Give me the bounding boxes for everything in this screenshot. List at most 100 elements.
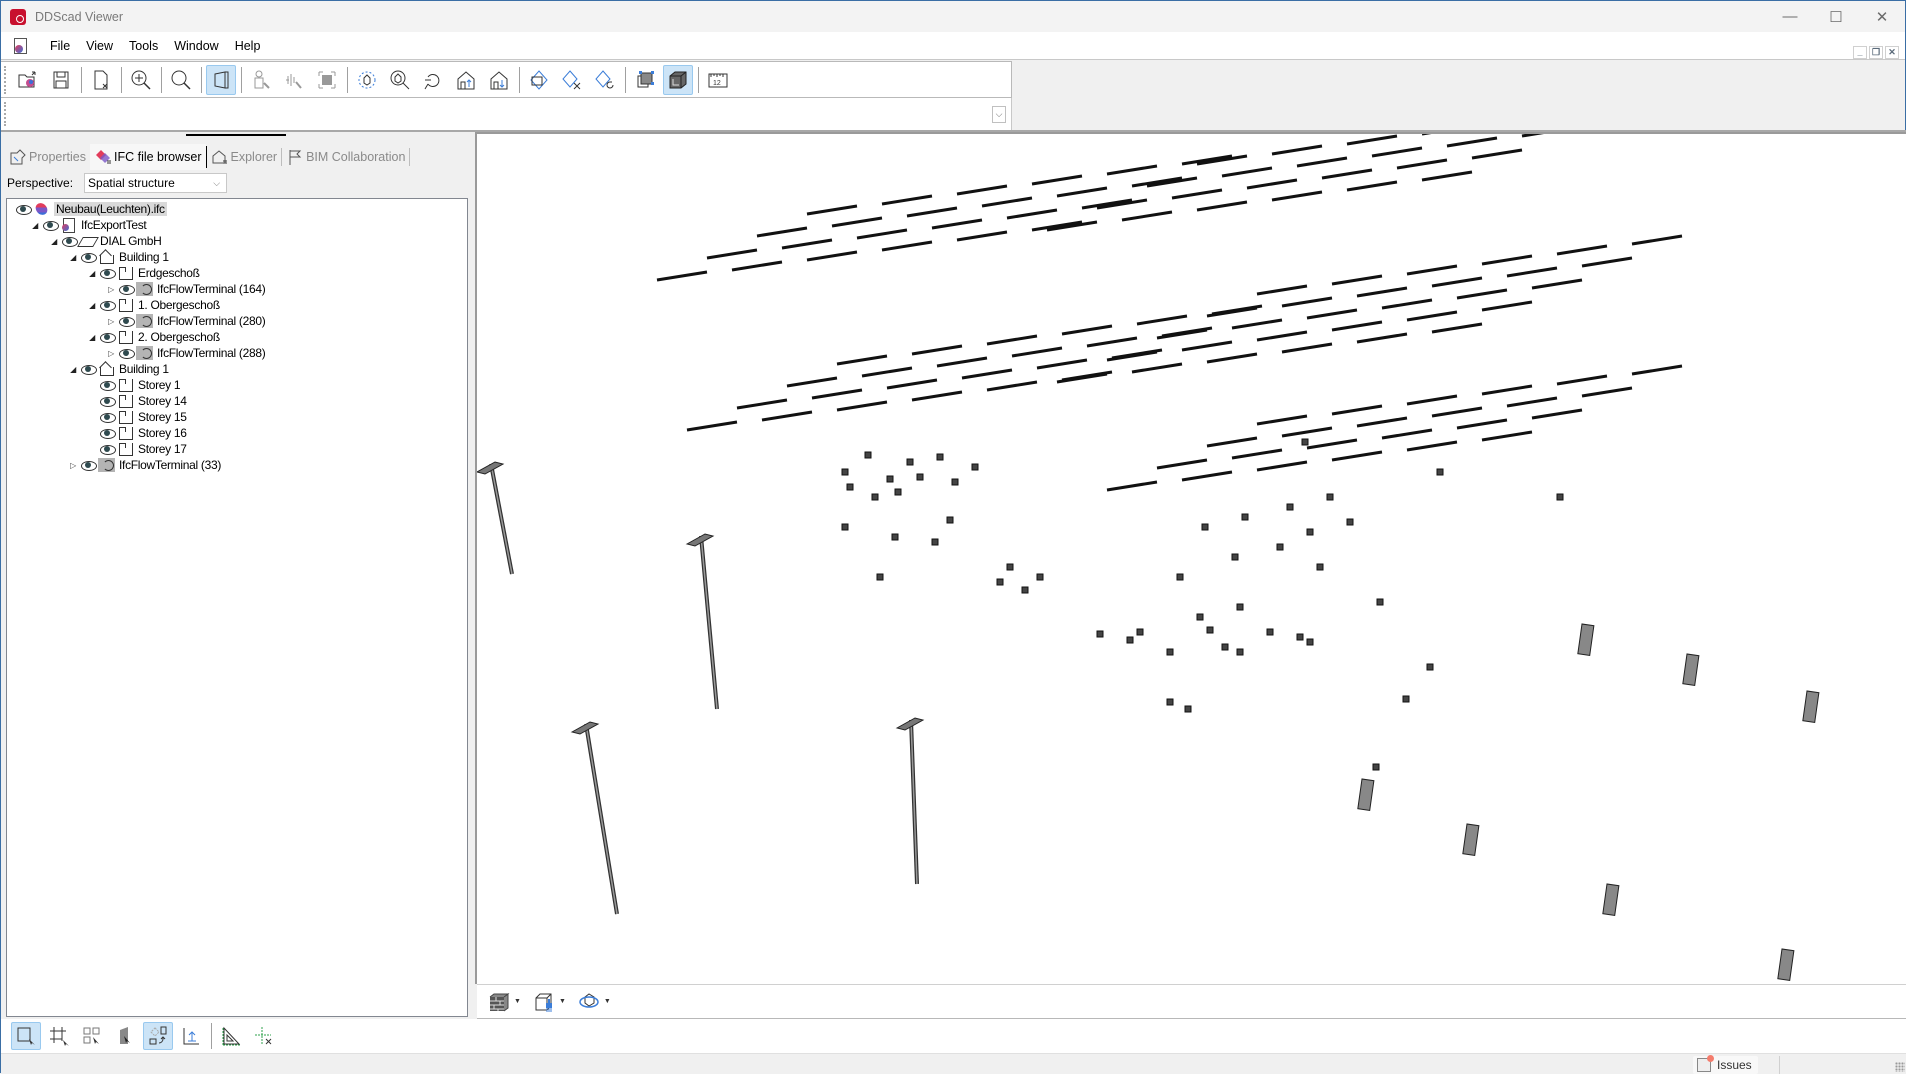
close-button[interactable]: ✕	[1859, 1, 1905, 32]
select-transform-button[interactable]	[143, 1022, 173, 1050]
linear-light-fixture[interactable]	[756, 226, 808, 238]
bollard-light[interactable]	[1602, 883, 1620, 916]
tree-node[interactable]: ◢ 2. Obergeschoß	[87, 329, 220, 345]
linear-light-fixture[interactable]	[1481, 384, 1533, 396]
downlight-fixture[interactable]	[1006, 563, 1014, 571]
linear-light-fixture[interactable]	[881, 240, 933, 252]
linear-light-fixture[interactable]	[1036, 358, 1088, 370]
linear-light-fixture[interactable]	[656, 270, 708, 282]
linear-light-fixture[interactable]	[1256, 330, 1308, 342]
downlight-fixture[interactable]	[841, 468, 849, 476]
linear-light-fixture[interactable]	[1331, 450, 1383, 462]
linear-light-fixture[interactable]	[1431, 322, 1483, 334]
orbit-button[interactable]	[352, 65, 382, 95]
bollard-light[interactable]	[1777, 948, 1795, 981]
mdi-close-button[interactable]: ✕	[1885, 46, 1899, 59]
visibility-eye-icon[interactable]	[118, 348, 136, 359]
tree-node[interactable]: ◢ 1. Obergeschoß	[87, 297, 220, 313]
clear-markers-button[interactable]	[249, 1022, 279, 1050]
downlight-fixture[interactable]	[1301, 438, 1309, 446]
linear-light-fixture[interactable]	[856, 228, 908, 240]
expanded-toggle-icon[interactable]: ◢	[30, 221, 40, 230]
menu-view[interactable]: View	[78, 39, 121, 53]
menu-window[interactable]: Window	[166, 39, 226, 53]
linear-light-fixture[interactable]	[1281, 296, 1333, 308]
select-grid-button[interactable]	[44, 1022, 74, 1050]
downlight-fixture[interactable]	[864, 451, 872, 459]
linear-light-fixture[interactable]	[936, 356, 988, 368]
clip-button[interactable]	[557, 65, 587, 95]
linear-light-fixture[interactable]	[956, 230, 1008, 242]
measure-button[interactable]: 12	[703, 65, 733, 95]
linear-light-fixture[interactable]	[686, 420, 738, 432]
previous-view-button[interactable]	[418, 65, 448, 95]
menu-file[interactable]: File	[42, 39, 78, 53]
view-rotation-dropdown-button[interactable]: ▼	[578, 991, 611, 1013]
storey-down-button[interactable]	[484, 65, 514, 95]
fit-selection-button[interactable]	[312, 65, 342, 95]
downlight-fixture[interactable]	[1436, 468, 1444, 476]
linear-light-fixture[interactable]	[1331, 320, 1383, 332]
linear-light-fixture[interactable]	[1321, 168, 1373, 180]
tab-ifc-file-browser[interactable]: IFC file browser	[89, 144, 206, 170]
select-multiple-button[interactable]	[77, 1022, 107, 1050]
tree-node[interactable]: ▷ IfcFlowTerminal (33)	[68, 457, 221, 473]
select-element-button[interactable]	[11, 1022, 41, 1050]
linear-light-fixture[interactable]	[1271, 144, 1323, 156]
linear-light-fixture[interactable]	[1406, 394, 1458, 406]
linear-light-fixture[interactable]	[761, 410, 813, 422]
linear-light-fixture[interactable]	[1421, 170, 1473, 182]
save-button[interactable]	[46, 65, 76, 95]
linear-light-fixture[interactable]	[1181, 340, 1233, 352]
tree-node[interactable]: Storey 17	[87, 441, 187, 457]
linear-light-fixture[interactable]	[1106, 164, 1158, 176]
linear-light-fixture[interactable]	[1581, 256, 1633, 268]
linear-light-fixture[interactable]	[1556, 244, 1608, 256]
linear-light-fixture[interactable]	[1396, 158, 1448, 170]
linear-light-fixture[interactable]	[1281, 342, 1333, 354]
bollard-light[interactable]	[1462, 823, 1480, 856]
linear-light-fixture[interactable]	[1221, 166, 1273, 178]
linear-light-fixture[interactable]	[1481, 430, 1533, 442]
visibility-eye-icon[interactable]	[99, 332, 117, 343]
resize-grip[interactable]	[1895, 1062, 1905, 1072]
downlight-fixture[interactable]	[1166, 648, 1174, 656]
visibility-eye-icon[interactable]	[118, 316, 136, 327]
linear-light-fixture[interactable]	[1346, 180, 1398, 192]
linear-light-fixture[interactable]	[1531, 408, 1583, 420]
visibility-eye-icon[interactable]	[99, 268, 117, 279]
linear-light-fixture[interactable]	[1331, 404, 1383, 416]
tree-node[interactable]: Storey 16	[87, 425, 187, 441]
linear-light-fixture[interactable]	[1256, 414, 1308, 426]
linear-light-fixture[interactable]	[911, 390, 963, 402]
downlight-fixture[interactable]	[1206, 626, 1214, 634]
tree-node[interactable]: Storey 1	[87, 377, 181, 393]
mdi-minimize-button[interactable]: _	[1853, 46, 1867, 59]
downlight-fixture[interactable]	[1184, 705, 1192, 713]
street-lamp-head[interactable]	[477, 461, 505, 475]
downlight-fixture[interactable]	[886, 475, 894, 483]
downlight-fixture[interactable]	[1402, 695, 1410, 703]
mdi-restore-button[interactable]: ❐	[1869, 46, 1883, 59]
toolbar-grip[interactable]	[4, 102, 6, 126]
downlight-fixture[interactable]	[1166, 698, 1174, 706]
open-file-button[interactable]	[13, 65, 43, 95]
linear-light-fixture[interactable]	[961, 368, 1013, 380]
linear-light-fixture[interactable]	[836, 354, 888, 366]
visibility-eye-icon[interactable]	[80, 460, 98, 471]
linear-light-fixture[interactable]	[1011, 346, 1063, 358]
tab-bim-collaboration[interactable]: BIM Collaboration	[282, 144, 409, 170]
toolbar-overflow-dropdown[interactable]: ⌵	[992, 106, 1006, 123]
downlight-fixture[interactable]	[1346, 518, 1354, 526]
tab-properties[interactable]: Properties	[5, 144, 90, 170]
downlight-fixture[interactable]	[971, 463, 979, 471]
collapsed-toggle-icon[interactable]: ▷	[68, 461, 78, 470]
linear-light-fixture[interactable]	[886, 378, 938, 390]
downlight-fixture[interactable]	[1021, 586, 1029, 594]
linear-light-fixture[interactable]	[1256, 460, 1308, 472]
visibility-eye-icon[interactable]	[42, 220, 60, 231]
axis-origin-button[interactable]	[176, 1022, 206, 1050]
storey-up-button[interactable]	[451, 65, 481, 95]
toolbar-grip[interactable]	[4, 66, 6, 94]
linear-light-fixture[interactable]	[1631, 364, 1683, 376]
